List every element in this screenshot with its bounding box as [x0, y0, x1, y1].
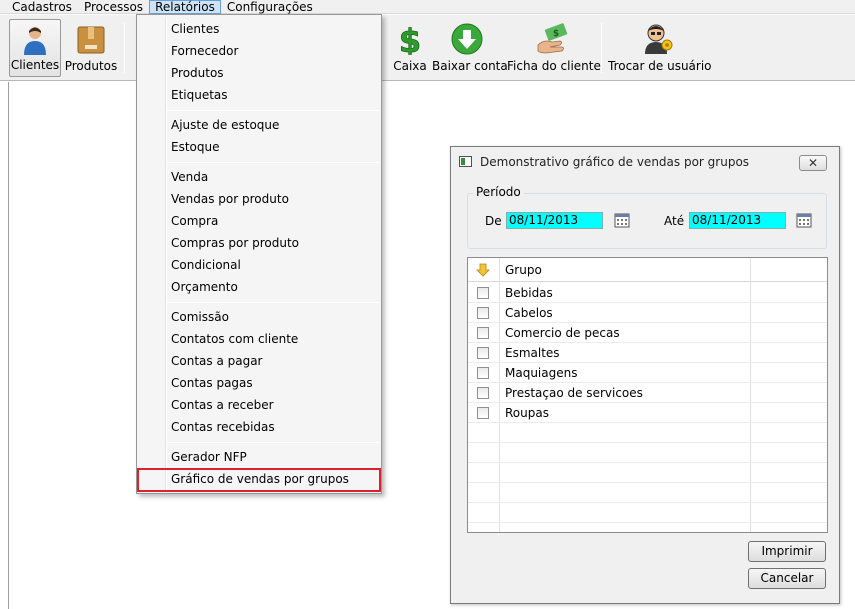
menu-item-ajuste-de-estoque[interactable]: Ajuste de estoque	[171, 115, 279, 135]
relatorios-dropdown: Clientes Fornecedor Produtos Etiquetas A…	[136, 14, 382, 494]
menu-item-contas-a-pagar[interactable]: Contas a pagar	[171, 351, 263, 371]
row-label: Esmaltes	[505, 346, 560, 360]
baixar-conta-button[interactable]: Baixar conta	[432, 19, 508, 77]
dialog-title: Demonstrativo gráfico de vendas por grup…	[480, 155, 750, 169]
row-label: Cabelos	[505, 306, 553, 320]
row-checkbox[interactable]	[477, 387, 489, 399]
menu-cadastros[interactable]: Cadastros	[6, 0, 78, 14]
menu-item-orcamento[interactable]: Orçamento	[171, 277, 238, 297]
person-icon	[24, 27, 46, 55]
menu-item-condicional[interactable]: Condicional	[171, 255, 241, 275]
menu-item-compras-por-produto[interactable]: Compras por produto	[171, 233, 299, 253]
sort-arrow-icon[interactable]	[476, 263, 490, 277]
menu-item-produtos[interactable]: Produtos	[171, 63, 224, 83]
menu-item-venda[interactable]: Venda	[171, 167, 208, 187]
menu-item-fornecedor[interactable]: Fornecedor	[171, 41, 238, 61]
to-label: Até	[664, 214, 685, 228]
empty-row	[468, 423, 827, 443]
user-key-icon	[645, 24, 673, 54]
menu-relatorios[interactable]: Relatórios	[149, 0, 221, 14]
row-checkbox[interactable]	[477, 327, 489, 339]
menu-item-vendas-por-produto[interactable]: Vendas por produto	[171, 189, 289, 209]
highlight-box	[137, 468, 381, 492]
ficha-do-cliente-button[interactable]: $ Ficha do cliente	[507, 19, 601, 77]
money-hand-icon: $	[537, 23, 568, 54]
window-icon	[459, 156, 472, 167]
row-label: Roupas	[505, 406, 549, 420]
empty-row	[468, 483, 827, 503]
table-row: Maquiagens	[468, 363, 827, 383]
toolbar: Clientes Produtos $ Caixa Baixar conta $…	[0, 15, 855, 81]
from-date-field[interactable]: 08/11/2013	[506, 212, 603, 229]
row-checkbox[interactable]	[477, 367, 489, 379]
table-row: Comercio de pecas	[468, 323, 827, 343]
row-checkbox[interactable]	[477, 407, 489, 419]
caixa-button[interactable]: $ Caixa	[392, 19, 428, 77]
period-label: Período	[473, 185, 524, 199]
menu-item-gerador-nfp[interactable]: Gerador NFP	[171, 447, 247, 467]
table-row: Bebidas	[468, 283, 827, 303]
row-checkbox[interactable]	[477, 287, 489, 299]
row-label: Comercio de pecas	[505, 326, 620, 340]
groups-grid: Grupo Bebidas Cabelos Comercio de pecas …	[467, 257, 828, 533]
grid-header: Grupo	[468, 258, 827, 282]
menu-separator	[167, 110, 379, 111]
menu-item-comissao[interactable]: Comissão	[171, 307, 229, 327]
svg-text:$: $	[553, 29, 559, 39]
trocar-de-usuario-label: Trocar de usuário	[608, 59, 712, 73]
dollar-icon: $	[398, 23, 421, 55]
row-label: Bebidas	[505, 286, 553, 300]
calendar-icon[interactable]	[614, 212, 630, 228]
menu-item-contas-recebidas[interactable]: Contas recebidas	[171, 417, 275, 437]
box-icon	[77, 26, 105, 54]
clientes-label: Clientes	[10, 58, 60, 72]
produtos-label: Produtos	[64, 59, 118, 73]
download-arrow-icon	[451, 23, 483, 55]
menu-item-estoque[interactable]: Estoque	[171, 137, 220, 157]
empty-row	[468, 443, 827, 463]
close-button[interactable]: ✕	[799, 155, 827, 171]
from-label: De	[485, 214, 502, 228]
menu-separator	[167, 442, 379, 443]
ficha-do-cliente-label: Ficha do cliente	[507, 59, 601, 73]
trocar-de-usuario-button[interactable]: Trocar de usuário	[608, 19, 712, 77]
menu-item-clientes[interactable]: Clientes	[171, 19, 219, 39]
menu-item-contatos-com-cliente[interactable]: Contatos com cliente	[171, 329, 298, 349]
caixa-label: Caixa	[393, 59, 427, 73]
menu-separator	[167, 162, 379, 163]
table-row: Esmaltes	[468, 343, 827, 363]
dialog-title-bar: Demonstrativo gráfico de vendas por grup…	[451, 147, 839, 177]
menu-item-etiquetas[interactable]: Etiquetas	[171, 85, 228, 105]
menu-processos[interactable]: Processos	[78, 0, 149, 14]
menu-item-contas-pagas[interactable]: Contas pagas	[171, 373, 253, 393]
row-checkbox[interactable]	[477, 347, 489, 359]
baixar-conta-label: Baixar conta	[432, 59, 508, 73]
table-row: Cabelos	[468, 303, 827, 323]
empty-row	[468, 503, 827, 523]
menu-bar: Cadastros Processos Relatórios Configura…	[0, 0, 855, 14]
menu-item-compra[interactable]: Compra	[171, 211, 218, 231]
menu-item-contas-a-receber[interactable]: Contas a receber	[171, 395, 274, 415]
row-label: Maquiagens	[505, 366, 578, 380]
toolbar-separator	[601, 23, 602, 73]
menu-separator	[167, 302, 379, 303]
toolbar-separator	[124, 23, 125, 73]
produtos-button[interactable]: Produtos	[64, 19, 118, 77]
table-row: Roupas	[468, 403, 827, 423]
table-row: Prestaçao de servicoes	[468, 383, 827, 403]
cancel-button[interactable]: Cancelar	[748, 568, 826, 589]
sales-by-group-dialog: Demonstrativo gráfico de vendas por grup…	[450, 146, 840, 604]
row-label: Prestaçao de servicoes	[505, 386, 643, 400]
print-button[interactable]: Imprimir	[748, 541, 826, 562]
to-date-field[interactable]: 08/11/2013	[689, 212, 786, 229]
menu-configuracoes[interactable]: Configurações	[221, 0, 319, 14]
clientes-button[interactable]: Clientes	[9, 19, 61, 77]
empty-row	[468, 463, 827, 483]
grid-header-grupo[interactable]: Grupo	[505, 263, 542, 277]
row-checkbox[interactable]	[477, 307, 489, 319]
calendar-icon[interactable]	[796, 212, 812, 228]
svg-text:$: $	[399, 23, 421, 55]
